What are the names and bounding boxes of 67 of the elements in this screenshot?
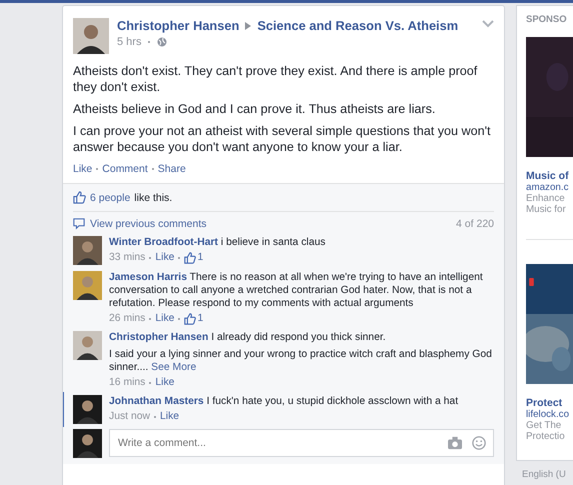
comment-text: Winter Broadfoot-Hart i believe in santa claus [109, 236, 326, 249]
post-text: Atheists don't exist. They can't prove they exist. And there is ample proof they don't exist. [73, 63, 478, 95]
like-link[interactable]: Like [155, 312, 174, 325]
like-link[interactable]: Like [155, 376, 174, 389]
separator-dot [148, 41, 150, 43]
separator-dot [96, 168, 98, 170]
thumbs-up-icon [184, 252, 196, 264]
avatar-icon [73, 395, 102, 424]
commenter-link[interactable]: Jameson Harris [109, 272, 187, 283]
ad-domain: lifelock.co [526, 409, 570, 420]
comment-count: 4 of 220 [456, 218, 494, 230]
like-count[interactable]: 1 [197, 312, 204, 325]
separator-dot [149, 318, 152, 320]
view-previous-link[interactable]: View previous comments [90, 218, 207, 230]
comment-text: Johnathan Masters I fuck'n hate you, u stupid dickhole assclown with a hat [109, 395, 460, 408]
ad-text: Enhance [526, 193, 566, 204]
like-count[interactable]: 1 [197, 251, 204, 264]
sponsored-heading: SPONSO [526, 14, 568, 25]
comment-icon [73, 218, 85, 230]
comment-time[interactable]: 33 mins [109, 251, 146, 264]
globe-icon [157, 37, 168, 47]
separator-dot [154, 416, 156, 418]
commenter-link[interactable]: Christopher Hansen [109, 332, 208, 343]
comment-text: Jameson Harris There is no reason at all when we're trying to have an intelligent conversation to call anyone a wretched contrarian God hater. Now, that is not a refutation. Please respond to my comments with actual arguments [109, 271, 484, 310]
commenter-link[interactable]: Johnathan Masters [109, 396, 204, 407]
comment-time[interactable]: 16 mins [109, 376, 146, 389]
post-text: I can prove your not an atheist with several simple questions that you won't answer because you don't want anyone to know your a liar. [73, 123, 492, 155]
separator-dot [149, 256, 152, 258]
ad-text: Get The [526, 420, 562, 431]
action-link[interactable]: Share [158, 163, 186, 175]
ad-title[interactable]: Music of [526, 170, 573, 182]
action-link[interactable]: Like [73, 163, 92, 175]
action-link[interactable]: Comment [102, 163, 148, 175]
separator-dot [178, 318, 180, 320]
comment-text: Christopher Hansen I already did respond you thick sinner. [109, 331, 387, 344]
avatar-icon [73, 271, 102, 300]
group-link[interactable]: Science and Reason Vs. Atheism [257, 18, 458, 33]
ad-text: Music for [526, 204, 567, 215]
avatar-icon [73, 236, 102, 265]
see-more-link[interactable]: See More [151, 362, 196, 373]
separator-dot [152, 168, 154, 170]
comment-time[interactable]: 26 mins [109, 312, 146, 325]
post-text: Atheists believe in God and I can prove it. Thus atheists are liars. [73, 101, 436, 117]
likers-link[interactable]: 6 people [90, 192, 130, 204]
triangle-icon [245, 22, 252, 30]
avatar-icon [73, 18, 109, 54]
like-link[interactable]: Like [160, 410, 180, 423]
likes-text: like this. [134, 192, 172, 204]
comment-text: I said your a lying sinner and your wrong to practice witch craft and blasphemy God sinner.... See More [109, 348, 493, 374]
avatar-icon [73, 429, 102, 458]
camera-icon[interactable] [448, 436, 462, 450]
comment-field[interactable]: Write a comment... [109, 429, 494, 457]
author-link[interactable]: Christopher Hansen [117, 18, 240, 33]
comment-time[interactable]: Just now [109, 410, 150, 423]
commenter-link[interactable]: Winter Broadfoot-Hart [109, 237, 218, 248]
avatar-icon [73, 331, 102, 360]
separator-dot [149, 382, 152, 384]
ad-title[interactable]: Protect [526, 397, 573, 409]
ad-domain: amazon.c [526, 182, 570, 193]
chevron-icon[interactable] [482, 20, 494, 28]
thumbs-up-icon [184, 312, 196, 324]
thumbs-up-icon [73, 191, 86, 204]
ad-text: Protectio [526, 431, 566, 442]
like-link[interactable]: Like [155, 251, 174, 264]
smiley-icon[interactable] [472, 436, 486, 450]
separator-dot [178, 256, 180, 258]
post-time[interactable]: 5 hrs [117, 36, 142, 48]
